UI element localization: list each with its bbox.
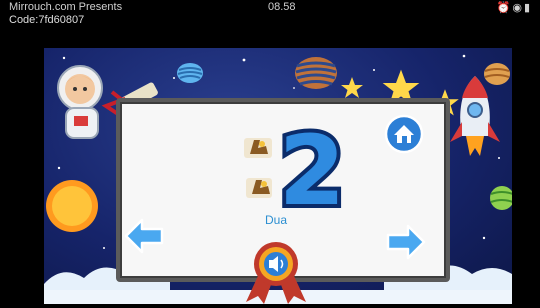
- star-dot: [242, 58, 246, 62]
- star-dot: [62, 56, 66, 60]
- sound-button[interactable]: [240, 240, 312, 304]
- number-display: 2 2: [244, 122, 349, 222]
- home-button[interactable]: [384, 114, 424, 154]
- star-dot: [373, 69, 375, 71]
- battery-icon: ▮: [523, 2, 532, 14]
- next-button[interactable]: [386, 224, 426, 260]
- status-app-label: Mirrouch.com Presents: [9, 1, 123, 13]
- counting-item-1: [244, 138, 272, 158]
- counting-item-2: [246, 178, 272, 198]
- star-dot: [173, 77, 175, 79]
- eye-icon: ◉: [512, 2, 524, 14]
- star-dot: [482, 236, 486, 240]
- arrow-left-icon: [124, 218, 164, 254]
- star-dot: [462, 54, 466, 58]
- star-icon: [341, 77, 363, 98]
- planet-blue-icon: [177, 63, 203, 83]
- rocket-icon: [450, 76, 500, 156]
- previous-button[interactable]: [124, 218, 164, 254]
- planet-striped-icon: [295, 57, 337, 89]
- alarm-icon: ⏰: [496, 2, 513, 14]
- status-icons: ⏰◉▮: [497, 1, 532, 14]
- speaker-icon: [246, 242, 306, 304]
- planet-green-icon: [490, 186, 512, 210]
- arrow-right-icon: [386, 224, 426, 260]
- numeral-fill: 2: [279, 122, 346, 222]
- status-time: 08.58: [268, 1, 296, 13]
- sun-icon: [46, 180, 98, 232]
- star-dot: [57, 166, 61, 170]
- number-word-label: Dua: [264, 213, 287, 227]
- code-label: Code:7fd60807: [9, 14, 85, 26]
- game-screen: 2 2 Dua: [44, 48, 512, 304]
- home-icon: [384, 114, 424, 154]
